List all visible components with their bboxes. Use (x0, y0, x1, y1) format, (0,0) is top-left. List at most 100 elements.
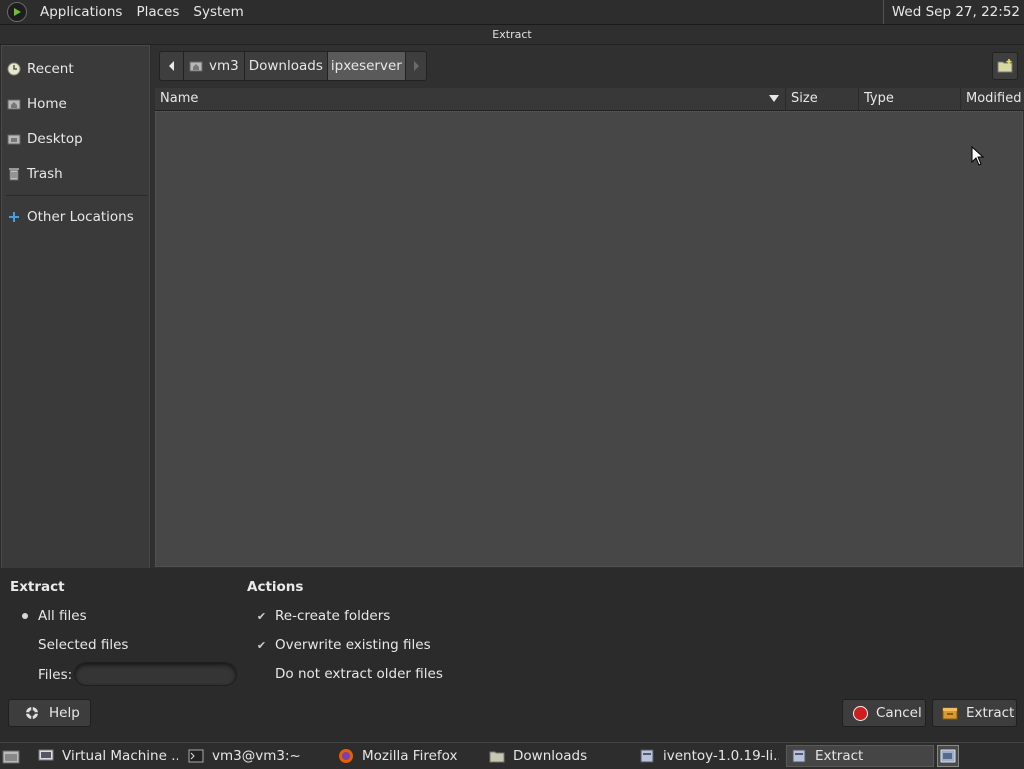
show-desktop-icon (2, 750, 20, 764)
show-desktop-button[interactable] (2, 745, 24, 767)
taskbar: Virtual Machine ... vm3@vm3:~ Mozilla Fi… (0, 742, 1024, 769)
sidebar-item-trash[interactable]: Trash (7, 163, 63, 185)
path-segment-label: Downloads (248, 58, 323, 74)
radio-indicator (20, 611, 30, 621)
radio-label: Selected files (38, 637, 129, 653)
plus-icon (7, 210, 21, 224)
task-extract[interactable]: Extract (786, 745, 934, 767)
task-label: iventoy-1.0.19-li... (663, 748, 779, 764)
path-segment-home[interactable]: vm3 (183, 51, 244, 81)
radio-label: All files (38, 608, 87, 624)
extract-button[interactable]: Extract (932, 699, 1017, 727)
sidebar-separator (6, 195, 148, 196)
clock[interactable]: Wed Sep 27, 22:52 (882, 0, 1020, 24)
actions-heading: Actions (247, 579, 304, 595)
sidebar-item-label: Desktop (27, 131, 83, 147)
help-lifebuoy-icon (25, 706, 39, 720)
column-label: Name (160, 91, 199, 106)
path-scroll-right-button[interactable] (404, 51, 427, 81)
column-type[interactable]: Type (858, 88, 960, 110)
archive-icon (791, 748, 807, 764)
trash-icon (7, 167, 21, 181)
check-icon: ✔ (256, 609, 267, 623)
task-iventoy-archive[interactable]: iventoy-1.0.19-li... (639, 745, 779, 767)
do-not-extract-older-checkbox[interactable]: Do not extract older files (256, 665, 443, 683)
task-firefox[interactable]: Mozilla Firefox (338, 745, 478, 767)
cancel-button[interactable]: Cancel (842, 699, 926, 727)
button-label: Help (49, 705, 80, 721)
extract-options: Extract All files Selected files Files: … (0, 568, 1024, 738)
sort-descending-icon (769, 95, 779, 102)
places-menu[interactable]: Places (129, 4, 186, 20)
path-segment-label: ipxeserver (330, 58, 402, 74)
folder-icon (489, 748, 505, 764)
file-browser: vm3 Downloads ipxeserver Name Size Type … (151, 45, 1024, 568)
radio-indicator (20, 640, 30, 650)
overwrite-existing-checkbox[interactable]: ✔ Overwrite existing files (256, 636, 431, 654)
extract-archive-icon (942, 706, 958, 720)
recent-icon (7, 62, 21, 76)
sidebar-item-label: Home (27, 96, 67, 112)
column-name[interactable]: Name (155, 88, 785, 110)
workspace-switcher[interactable] (937, 745, 959, 767)
radio-indicator (20, 670, 30, 680)
home-folder-icon (7, 97, 21, 111)
sidebar-item-label: Trash (27, 166, 63, 182)
task-label: Downloads (513, 748, 588, 764)
task-label: vm3@vm3:~ (212, 748, 301, 764)
checkbox-label: Re-create folders (275, 608, 391, 624)
selected-files-radio[interactable]: Selected files (20, 636, 128, 654)
task-label: Mozilla Firefox (362, 748, 458, 764)
firefox-icon (338, 748, 354, 764)
column-header: Name Size Type Modified (155, 88, 1024, 111)
cancel-icon (853, 705, 868, 721)
sidebar-item-other-locations[interactable]: Other Locations (7, 206, 134, 228)
column-size[interactable]: Size (785, 88, 858, 110)
task-terminal[interactable]: vm3@vm3:~ (188, 745, 328, 767)
virtual-machine-icon (38, 748, 54, 764)
sidebar-item-label: Recent (27, 61, 74, 77)
window-title: Extract (0, 25, 1024, 45)
sidebar-item-desktop[interactable]: Desktop (7, 128, 83, 150)
chevron-right-icon (413, 61, 419, 71)
top-panel: Applications Places System Wed Sep 27, 2… (0, 0, 1024, 25)
task-label: Virtual Machine ... (62, 748, 178, 764)
terminal-icon (188, 748, 204, 764)
task-virtual-machine[interactable]: Virtual Machine ... (38, 745, 178, 767)
all-files-radio[interactable]: All files (20, 607, 87, 625)
radio-label: Files: (38, 667, 73, 683)
files-pattern-radio[interactable]: Files: (20, 666, 72, 684)
column-label: Modified (966, 91, 1022, 106)
sidebar-item-recent[interactable]: Recent (7, 58, 74, 80)
workspace-icon (940, 749, 956, 763)
system-menu[interactable]: System (186, 4, 250, 20)
check-icon: ✔ (256, 638, 267, 652)
help-button[interactable]: Help (8, 699, 91, 727)
extract-heading: Extract (10, 579, 65, 595)
button-label: Cancel (876, 705, 922, 721)
chevron-left-icon (168, 61, 174, 71)
applications-menu[interactable]: Applications (33, 4, 129, 20)
path-segment-downloads[interactable]: Downloads (243, 51, 327, 81)
archive-icon (639, 748, 655, 764)
column-label: Type (864, 91, 894, 106)
task-downloads[interactable]: Downloads (489, 745, 629, 767)
file-list[interactable] (155, 111, 1023, 567)
column-label: Size (791, 91, 818, 106)
desktop-folder-icon (7, 132, 21, 146)
home-folder-icon (189, 59, 203, 73)
path-segment-label: vm3 (209, 58, 239, 74)
column-modified[interactable]: Modified (960, 88, 1024, 110)
sidebar-item-home[interactable]: Home (7, 93, 67, 115)
checkbox-empty (256, 669, 267, 680)
path-scroll-left-button[interactable] (159, 51, 183, 81)
files-pattern-input[interactable] (74, 662, 237, 686)
mouse-cursor-icon (971, 146, 985, 166)
recreate-folders-checkbox[interactable]: ✔ Re-create folders (256, 607, 390, 625)
new-folder-button[interactable] (992, 52, 1018, 80)
path-segment-ipxeserver[interactable]: ipxeserver (326, 51, 405, 81)
path-bar: vm3 Downloads ipxeserver (159, 51, 427, 81)
task-label: Extract (815, 748, 864, 764)
distro-logo-icon[interactable] (7, 2, 27, 22)
checkbox-label: Overwrite existing files (275, 637, 431, 653)
